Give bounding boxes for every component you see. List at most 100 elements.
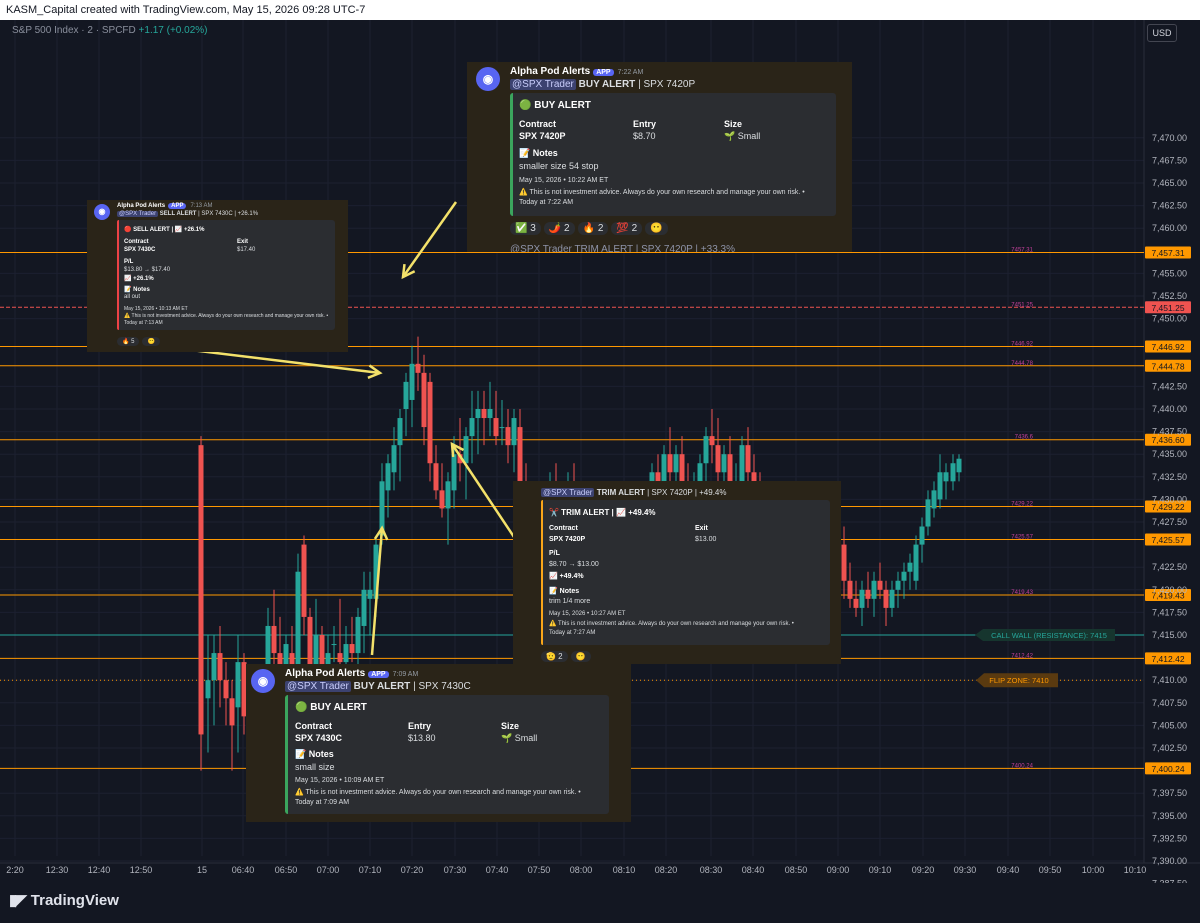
candle-body	[913, 544, 919, 581]
reaction-fire[interactable]: 🔥 5	[117, 337, 140, 346]
symbol-change: +1.17 (+0.02%)	[138, 25, 208, 36]
time-axis-tick: 07:50	[528, 865, 551, 875]
level-inline-label: 7429.22	[1011, 501, 1033, 507]
tradingview-logo[interactable]: ▮◤ TradingView	[9, 891, 119, 910]
candle-body	[337, 653, 343, 663]
price-axis-tick: 7,460.00	[1152, 223, 1187, 233]
price-axis-tick: 7,462.50	[1152, 201, 1187, 211]
discord-avatar-icon: ◉	[251, 669, 275, 693]
message-subject: @SPX Trader BUY ALERT | SPX 7420P	[510, 79, 695, 90]
mention[interactable]: @SPX Trader	[117, 211, 159, 217]
candle-body	[511, 418, 517, 446]
reaction-salute[interactable]: 🫡 2	[541, 651, 568, 662]
call-wall-label: CALL WALL (RESISTANCE): 7415	[991, 631, 1107, 640]
mention[interactable]: @SPX Trader	[541, 488, 595, 497]
subject-rest: | SPX 7430C	[410, 681, 471, 692]
price-axis-tick: 7,417.50	[1152, 607, 1187, 617]
symbol-name: S&P 500 Index · 2 · SPCFD	[12, 25, 136, 36]
price-axis-tick: 7,442.50	[1152, 381, 1187, 391]
reaction-check[interactable]: ✅ 3	[510, 222, 541, 235]
candle-body	[355, 616, 361, 654]
candle-body	[865, 589, 871, 599]
chart-header: KASM_Capital created with TradingView.co…	[0, 0, 1200, 20]
disclaimer: ⚠️ This is not investment advice. Always…	[124, 313, 329, 319]
time-axis-tick: 08:00	[570, 865, 593, 875]
reaction-add[interactable]: 😶	[645, 222, 668, 235]
level-inline-label: 7446.92	[1011, 341, 1033, 347]
level-price-text: 7,436.60	[1151, 435, 1184, 445]
price-axis-tick: 7,440.00	[1152, 404, 1187, 414]
level-price-text: 7,457.31	[1151, 248, 1184, 258]
time-axis-tick: 10:10	[1124, 865, 1147, 875]
message-time: 7:22 AM	[617, 69, 644, 76]
embed-title: 🟢 BUY ALERT	[295, 702, 367, 713]
candle-body	[709, 436, 715, 446]
message-subject: @SPX Trader BUY ALERT | SPX 7430C	[285, 681, 471, 692]
time-axis-tick: 12:40	[88, 865, 111, 875]
candle-body	[439, 490, 445, 509]
currency-button[interactable]: USD	[1147, 24, 1177, 42]
reaction-add[interactable]: 😶	[570, 651, 591, 662]
candle-body	[901, 571, 907, 581]
level-price-text: 7,444.78	[1151, 361, 1184, 371]
price-axis-tick: 7,410.00	[1152, 675, 1187, 685]
entry-value: $13.80	[408, 733, 436, 743]
candle-body	[349, 644, 355, 654]
time-axis-tick: 08:20	[655, 865, 678, 875]
time-axis-tick: 07:40	[486, 865, 509, 875]
embed-accent-bar	[541, 500, 543, 645]
candle-body	[427, 381, 433, 464]
candle-body	[481, 409, 487, 419]
exit-label: Exit	[237, 239, 249, 245]
pl-percent: 📈 +49.4%	[549, 573, 584, 580]
candle-body	[397, 418, 403, 446]
candle-body	[211, 653, 217, 681]
subject-rest: | SPX 7420P | +49.4%	[644, 488, 727, 497]
notes-label: 📝 Notes	[549, 588, 580, 595]
reaction-add[interactable]: 😶	[142, 337, 160, 346]
contract-label: Contract	[295, 721, 333, 731]
level-price-text: 7,446.92	[1151, 342, 1184, 352]
subject-rest: | SPX 7430C | +26.1%	[196, 211, 259, 217]
reaction-100[interactable]: 💯 2	[611, 222, 643, 235]
reactions-bar: 🔥 5 😶	[117, 337, 163, 346]
notes-label: 📝 Notes	[124, 287, 150, 293]
disclaimer: ⚠️ This is not investment advice. Always…	[295, 789, 581, 796]
price-axis-tick: 7,470.00	[1152, 133, 1187, 143]
reaction-fire[interactable]: 🔥 2	[577, 222, 609, 235]
embed-title: 🟢 BUY ALERT	[519, 100, 591, 111]
candle-body	[895, 580, 901, 590]
alert-date: May 15, 2026 • 10:22 AM ET	[519, 177, 609, 184]
pl-label: P/L	[549, 550, 560, 557]
reaction-pepper[interactable]: 🌶️ 2	[543, 222, 575, 235]
buy-alert-7420p-card: ◉ Alpha Pod Alerts APP 7:22 AM @SPX Trader…	[467, 62, 852, 252]
mention[interactable]: @SPX Trader	[510, 79, 576, 90]
pl-value: $13.80 → $17.40	[124, 267, 171, 273]
level-inline-label: 7444.78	[1011, 361, 1033, 367]
price-axis-tick: 7,430.00	[1152, 494, 1187, 504]
price-axis-tick: 7,452.50	[1152, 291, 1187, 301]
candle-body	[703, 436, 709, 464]
embed-footer: Today at 7:13 AM	[124, 320, 163, 326]
bot-name-text: Alpha Pod Alerts	[285, 668, 366, 679]
notes-value: all out	[124, 294, 141, 300]
candle-body	[487, 409, 493, 419]
trim-alert-card: @SPX Trader TRIM ALERT | SPX 7420P | +49…	[513, 481, 841, 664]
reactions-bar: 🫡 2 😶	[541, 651, 594, 662]
time-axis-tick: 09:40	[997, 865, 1020, 875]
exit-value: $17.40	[237, 247, 256, 253]
candle-body	[943, 472, 949, 482]
discord-avatar-icon: ◉	[476, 67, 500, 91]
mention[interactable]: @SPX Trader	[285, 681, 351, 692]
price-axis-tick: 7,437.50	[1152, 427, 1187, 437]
embed-footer: Today at 7:22 AM	[519, 199, 574, 206]
candle-body	[301, 544, 307, 617]
bot-name-text: Alpha Pod Alerts	[510, 66, 591, 77]
price-axis-tick: 7,390.00	[1152, 856, 1187, 866]
candle-body	[451, 454, 457, 491]
entry-label: Entry	[408, 721, 432, 731]
candle-body	[205, 680, 211, 699]
contract-value: SPX 7420P	[549, 536, 586, 543]
price-axis-tick: 7,427.50	[1152, 517, 1187, 527]
candle-body	[505, 427, 511, 446]
